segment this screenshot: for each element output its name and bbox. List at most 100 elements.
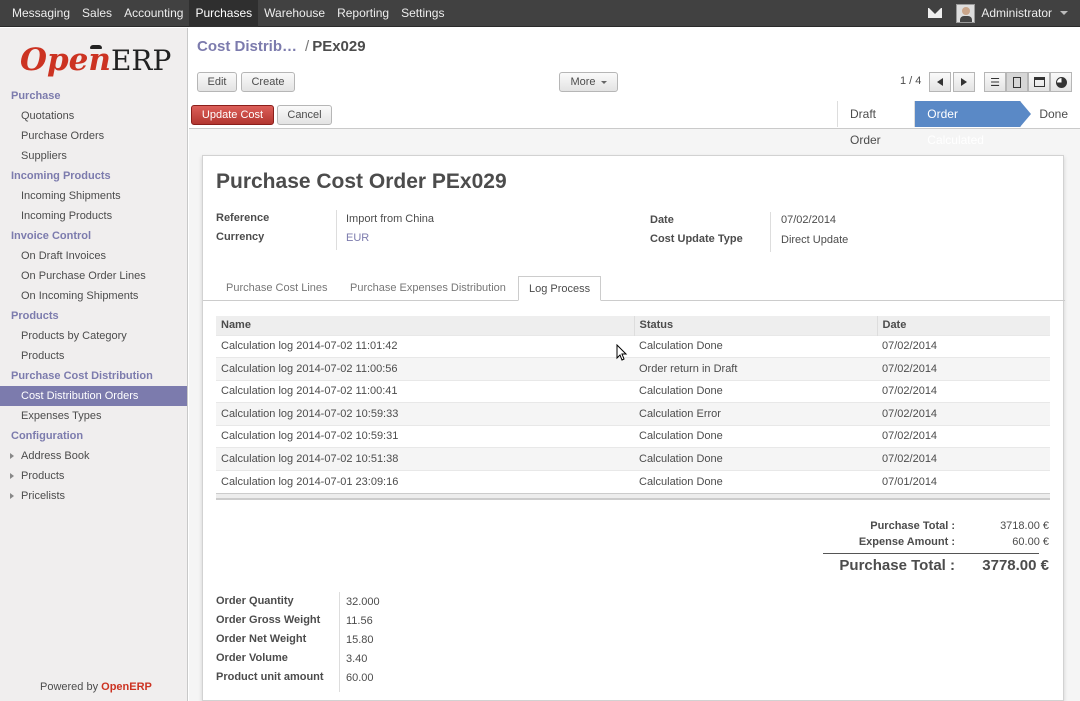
next-record-button[interactable] — [953, 72, 975, 92]
cancel-button[interactable]: Cancel — [277, 105, 332, 125]
mouse-cursor-icon — [616, 344, 628, 361]
column-header-status[interactable]: Status — [633, 316, 877, 335]
mail-icon[interactable] — [928, 8, 943, 18]
sidebar-item-expenses-types[interactable]: Expenses Types — [0, 406, 187, 426]
tab-purchase-cost-lines[interactable]: Purchase Cost Lines — [216, 276, 338, 301]
table-row[interactable]: Calculation log 2014-07-02 10:51:38 Calcu… — [216, 447, 1050, 470]
table-row[interactable]: Calculation log 2014-07-02 11:00:56 Order… — [216, 357, 1050, 380]
sidebar-item-products[interactable]: Products — [0, 346, 187, 366]
user-menu[interactable]: Administrator — [981, 6, 1052, 20]
menu-sales[interactable]: Sales — [76, 0, 118, 27]
previous-record-button[interactable] — [929, 72, 951, 92]
purchase-total-row: Purchase Total : 3718.00 € — [823, 520, 1053, 536]
sidebar-section-invoice-control: Invoice Control — [11, 230, 92, 242]
sidebar-item-address-book[interactable]: Address Book — [0, 446, 187, 466]
more-button[interactable]: More — [559, 72, 618, 92]
sidebar-item-purchase-orders[interactable]: Purchase Orders — [0, 126, 187, 146]
stage-order-calculated[interactable]: Order Calculated — [914, 101, 1032, 147]
expand-arrow-icon[interactable] — [10, 473, 14, 479]
log-name-cell: Calculation log 2014-07-02 11:01:42 — [216, 334, 634, 358]
calendar-view-button[interactable] — [1028, 72, 1050, 92]
log-date-cell: 07/02/2014 — [877, 447, 1050, 470]
currency-field[interactable]: EUR — [346, 232, 369, 244]
sidebar-item-incoming-products[interactable]: Incoming Products — [0, 206, 187, 226]
form-view-icon — [1013, 76, 1021, 88]
table-row[interactable]: Calculation log 2014-07-02 11:01:42 Calcu… — [216, 334, 1050, 358]
sidebar-item-suppliers[interactable]: Suppliers — [0, 146, 187, 166]
sidebar-item-label: Address Book — [21, 450, 90, 462]
avatar[interactable] — [956, 3, 976, 23]
chevron-down-icon — [600, 80, 607, 84]
column-header-name[interactable]: Name — [216, 316, 634, 335]
column-header-date[interactable]: Date — [876, 316, 1050, 335]
order-gross-weight-label: Order Gross Weight — [216, 614, 321, 626]
form-sheet: Purchase Cost Order PEx029 Reference Imp… — [202, 155, 1065, 701]
date-field[interactable]: 07/02/2014 — [781, 214, 836, 226]
order-quantity-value: 32.000 — [346, 596, 380, 608]
table-row[interactable]: Calculation log 2014-07-02 11:00:41 Calcu… — [216, 379, 1050, 403]
date-label: Date — [650, 214, 674, 226]
menu-warehouse[interactable]: Warehouse — [258, 0, 331, 27]
menu-purchases[interactable]: Purchases — [189, 0, 259, 27]
pager-counter[interactable]: 1 / 4 — [900, 75, 921, 87]
order-volume-value: 3.40 — [346, 653, 368, 665]
expand-arrow-icon[interactable] — [10, 493, 14, 499]
log-date-cell: 07/02/2014 — [877, 402, 1050, 425]
powered-by-link[interactable]: OpenERP — [101, 681, 152, 693]
sidebar-item-config-products[interactable]: Products — [0, 466, 187, 486]
table-row[interactable]: Calculation log 2014-07-02 10:59:33 Calcu… — [216, 402, 1050, 425]
field-divider — [770, 212, 771, 252]
log-status-cell: Order return in Draft — [634, 357, 877, 380]
sidebar-item-on-purchase-order-lines[interactable]: On Purchase Order Lines — [0, 266, 187, 286]
totals-divider — [823, 553, 1039, 554]
calendar-icon — [1033, 77, 1045, 87]
purchase-total-label: Purchase Total : — [870, 520, 955, 532]
sidebar-item-on-incoming-shipments[interactable]: On Incoming Shipments — [0, 286, 187, 306]
sidebar-section-purchase: Purchase — [11, 90, 61, 102]
sidebar-item-cost-distribution-orders[interactable]: Cost Distribution Orders — [0, 386, 187, 406]
log-date-cell: 07/02/2014 — [877, 334, 1050, 358]
log-status-cell: Calculation Error — [634, 402, 877, 425]
menu-messaging[interactable]: Messaging — [0, 0, 76, 27]
menu-settings[interactable]: Settings — [395, 0, 450, 27]
grand-total-value: 3778.00 € — [982, 557, 1049, 574]
more-button-label: More — [570, 76, 596, 88]
purchase-total-value: 3718.00 € — [1000, 520, 1049, 532]
page-title: Purchase Cost Order PEx029 — [216, 170, 507, 194]
sidebar: OpenERP Purchase Quotations Purchase Ord… — [0, 28, 188, 701]
sidebar-item-quotations[interactable]: Quotations — [0, 106, 187, 126]
edit-button[interactable]: Edit — [197, 72, 237, 92]
stage-draft-order[interactable]: Draft Order — [837, 101, 914, 147]
list-view-icon: ☰ — [990, 76, 1000, 89]
field-divider — [339, 592, 340, 692]
log-name-cell: Calculation log 2014-07-02 10:59:31 — [216, 424, 634, 448]
menu-reporting[interactable]: Reporting — [331, 0, 395, 27]
sidebar-item-on-draft-invoices[interactable]: On Draft Invoices — [0, 246, 187, 266]
chevron-down-icon[interactable] — [1060, 11, 1068, 15]
log-name-cell: Calculation log 2014-07-02 10:59:33 — [216, 402, 634, 425]
sidebar-item-incoming-shipments[interactable]: Incoming Shipments — [0, 186, 187, 206]
list-view-button[interactable]: ☰ — [984, 72, 1006, 92]
log-status-cell: Calculation Done — [634, 334, 877, 358]
openerp-logo[interactable]: OpenERP — [20, 42, 171, 82]
graph-view-button[interactable] — [1050, 72, 1072, 92]
form-view-button[interactable] — [1006, 72, 1028, 92]
menu-accounting[interactable]: Accounting — [118, 0, 189, 27]
grand-total-label: Purchase Total : — [839, 557, 955, 574]
tab-purchase-expenses-distribution[interactable]: Purchase Expenses Distribution — [340, 276, 516, 301]
table-row[interactable]: Calculation log 2014-07-02 10:59:31 Calcu… — [216, 424, 1050, 448]
sidebar-section-purchase-cost-distribution: Purchase Cost Distribution — [11, 370, 153, 382]
cost-update-type-field[interactable]: Direct Update — [781, 234, 848, 246]
update-cost-button[interactable]: Update Cost — [191, 105, 274, 125]
expand-arrow-icon[interactable] — [10, 453, 14, 459]
tab-log-process[interactable]: Log Process — [518, 276, 602, 301]
reference-label: Reference — [216, 212, 270, 224]
sidebar-item-products-by-category[interactable]: Products by Category — [0, 326, 187, 346]
table-row[interactable]: Calculation log 2014-07-01 23:09:16 Calcu… — [216, 469, 1050, 493]
create-button[interactable]: Create — [241, 72, 295, 92]
log-name-cell: Calculation log 2014-07-02 10:51:38 — [216, 447, 634, 470]
reference-field[interactable]: Import from China — [346, 213, 434, 225]
breadcrumb-link[interactable]: Cost Distrib… — [197, 38, 297, 55]
product-unit-amount-label: Product unit amount — [216, 671, 324, 683]
sidebar-item-pricelists[interactable]: Pricelists — [0, 486, 187, 506]
